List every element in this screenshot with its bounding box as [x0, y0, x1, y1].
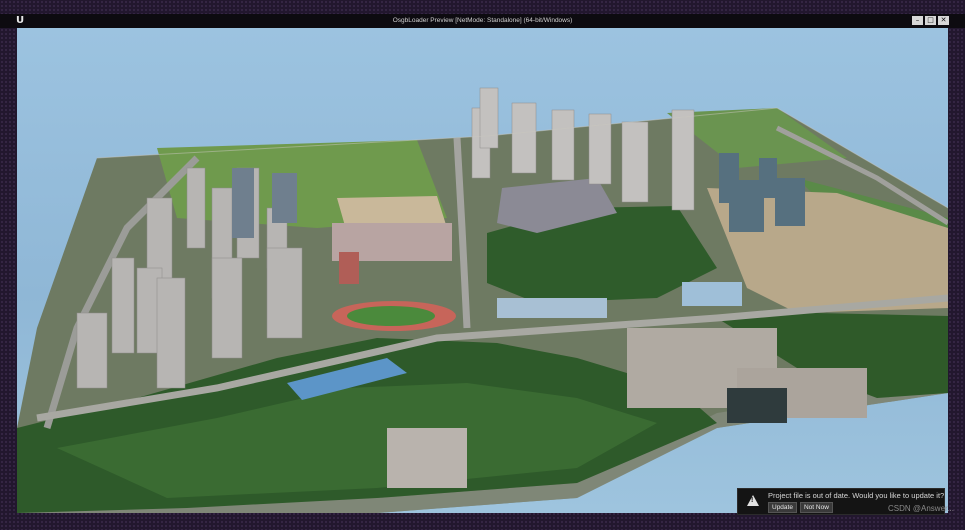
minimize-button[interactable]: – [912, 16, 923, 25]
warning-icon: ! [747, 495, 759, 506]
window-title: OsgbLoader Preview [NetMode: Standalone]… [392, 17, 573, 24]
maximize-button[interactable]: □ [925, 16, 936, 25]
city-model-render [17, 87, 948, 513]
notification-message: Project file is out of date. Would you l… [768, 491, 945, 500]
watermark-text: CSDN @Answer... [888, 504, 954, 513]
game-viewport[interactable] [17, 28, 948, 513]
close-button[interactable]: ✕ [938, 16, 949, 25]
update-button[interactable]: Update [768, 502, 797, 513]
title-bar[interactable]: U OsgbLoader Preview [NetMode: Standalon… [0, 14, 965, 28]
not-now-button[interactable]: Not Now [799, 502, 833, 513]
